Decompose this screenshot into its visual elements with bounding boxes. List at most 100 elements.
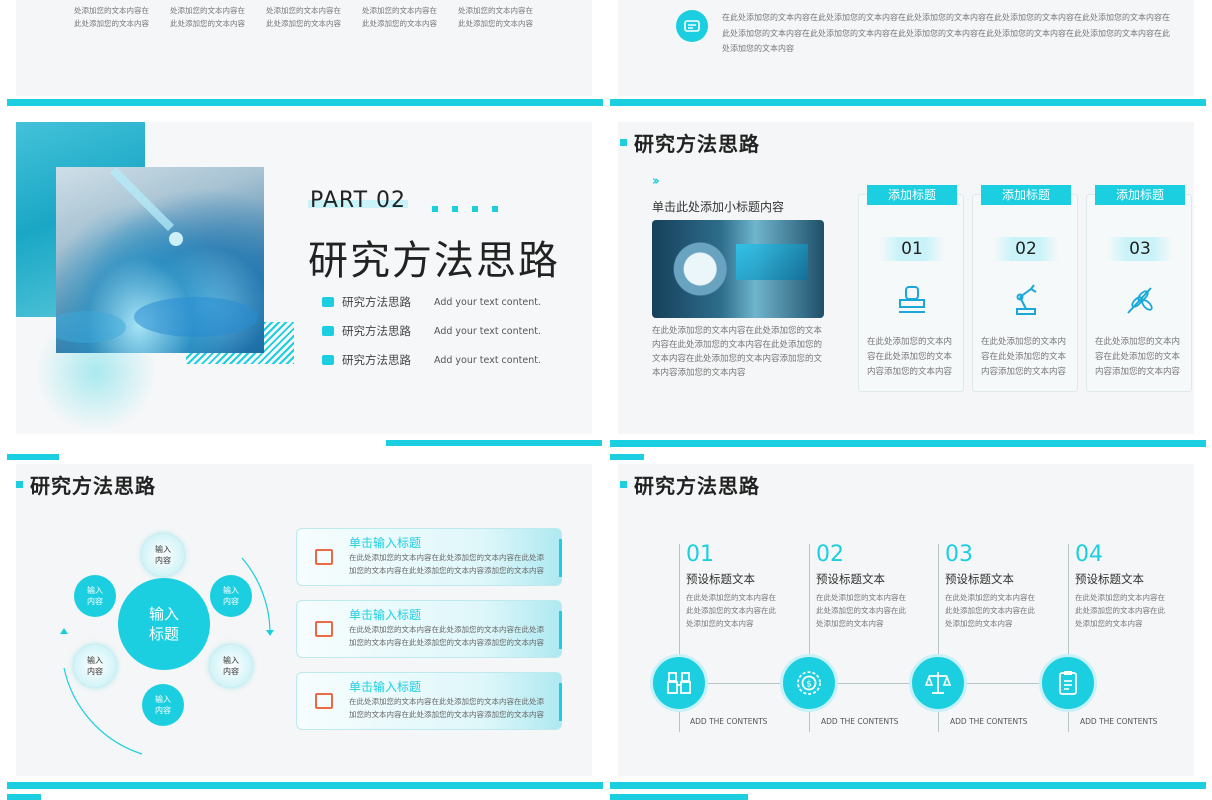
content-node: 输入 内容 (210, 645, 252, 687)
double-chevron-icon: ›› (652, 174, 660, 189)
text-column: 处添加您的文本内容在 此处添加您的文本内容 (458, 6, 533, 28)
slide-a-bottom-bar (7, 99, 603, 106)
slide-d-bottom-bar (610, 440, 1206, 447)
svg-text:$: $ (806, 680, 812, 690)
part-label: PART 02 (310, 188, 407, 213)
content-node: 输入 内容 (210, 575, 252, 617)
text-column: 处添加您的文本内容在 此处添加您的文本内容 (74, 6, 149, 28)
wheat-icon (1127, 287, 1153, 314)
card-tab: 添加标题 (867, 185, 957, 205)
timeline-step: 04 预设标题文本 在此处添加您的文本内容在此处添加您的文本内容在此处添加您的文… (1075, 542, 1169, 630)
card-text: 在此处添加您的文本内容在此处添加您的文本内容添加您的文本内容 (867, 337, 953, 377)
list-item: 研究方法思路 Add your text content. (322, 323, 541, 339)
step-title: 预设标题文本 (945, 572, 1014, 586)
card-tab: 添加标题 (1095, 185, 1185, 205)
add-contents-label: ADD THE CONTENTS (950, 717, 1028, 726)
content-box: 单击输入标题 在此处添加您的文本内容在此处添加您的文本内容在此处添加您的文本内容… (296, 528, 562, 586)
list-item: 研究方法思路 Add your text content. (322, 352, 541, 368)
slide-e: 研究方法思路 输入 标题 输入 内容 输入 内容 输入 内容 输入 内容 输入 … (16, 464, 592, 776)
folder-icon (315, 621, 333, 637)
timeline-step: 02 预设标题文本 在此处添加您的文本内容在此处添加您的文本内容在此处添加您的文… (816, 542, 910, 630)
content-node: 输入 内容 (142, 534, 184, 576)
slide-f-bottom-bar (610, 782, 1206, 789)
slide-title: 研究方法思路 (620, 470, 760, 499)
card-number: 03 (1107, 237, 1173, 261)
slide-part-02: PART 02 研究方法思路 研究方法思路 Add your text cont… (16, 122, 592, 434)
timeline-step: 01 预设标题文本 在此处添加您的文本内容在此处添加您的文本内容在此处添加您的文… (686, 542, 780, 630)
card-number: 01 (879, 237, 945, 261)
body-text: 在此处添加您的文本内容在此处添加您的文本内容在此处添加您的文本内容在此处添加您的… (652, 326, 823, 378)
content-node: 输入 内容 (74, 575, 116, 617)
slide-f-next-bar (610, 794, 748, 800)
slide-e-bottom-bar (7, 782, 603, 789)
body-text: 在此处添加您的文本内容在此处添加您的文本内容在此处添加您的文本内容在此处添加您的… (722, 13, 1170, 53)
step-text: 在此处添加您的文本内容在此处添加您的文本内容在此处添加您的文本内容 (686, 593, 776, 628)
feature-card: 添加标题 03 在此处添加您的文本内容在此处添加您的文本内容添加您的文本内容 (1086, 185, 1192, 392)
content-node: 输入 内容 (142, 684, 184, 726)
box-title: 单击输入标题 (349, 536, 422, 550)
binoculars-icon (650, 654, 708, 712)
box-text: 在此处添加您的文本内容在此处添加您的文本内容在此处添加您的文本内容在此处添加您的… (349, 553, 544, 575)
step-title: 预设标题文本 (1075, 572, 1144, 586)
slide-d-top-bar (610, 99, 1206, 106)
stamp-icon (899, 286, 925, 313)
step-text: 在此处添加您的文本内容在此处添加您的文本内容在此处添加您的文本内容 (816, 593, 906, 628)
folder-icon (322, 297, 334, 307)
medical-photo (652, 220, 824, 318)
slide-f-top-bar (610, 454, 644, 460)
step-number: 03 (945, 542, 973, 567)
folder-icon (315, 693, 333, 709)
step-title: 预设标题文本 (686, 572, 755, 586)
card-number: 02 (993, 237, 1059, 261)
content-node: 输入 内容 (74, 645, 116, 687)
slide-d: 研究方法思路 ›› 单击此处添加小标题内容 在此处添加您的文本内容在此处添加您的… (618, 122, 1194, 434)
slide-f: 研究方法思路 01 预设标题文本 在此处添加您的文本内容在此处添加您的文本内容在… (618, 464, 1194, 776)
add-contents-label: ADD THE CONTENTS (821, 717, 899, 726)
subtitle: 单击此处添加小标题内容 (652, 200, 785, 214)
dots-decoration (432, 206, 498, 212)
slide-title: 研究方法思路 (620, 128, 760, 157)
robot-arm-icon (1016, 284, 1037, 315)
slide-e-next-bar (7, 794, 41, 800)
card-text: 在此处添加您的文本内容在此处添加您的文本内容添加您的文本内容 (1095, 337, 1181, 377)
box-title: 单击输入标题 (349, 608, 422, 622)
step-number: 04 (1075, 542, 1103, 567)
scales-icon (909, 654, 967, 712)
folder-icon (315, 549, 333, 565)
text-column: 处添加您的文本内容在 此处添加您的文本内容 (266, 6, 341, 28)
slide-e-top-bar (7, 454, 59, 460)
center-node: 输入 标题 (118, 578, 210, 670)
card-icon (676, 10, 708, 42)
timeline-line (680, 683, 1080, 684)
box-title: 单击输入标题 (349, 680, 422, 694)
slide-c-bottom-bar (386, 440, 602, 446)
step-number: 01 (686, 542, 714, 567)
box-text: 在此处添加您的文本内容在此处添加您的文本内容在此处添加您的文本内容在此处添加您的… (349, 625, 544, 647)
clipboard-icon (1039, 654, 1097, 712)
text-column: 处添加您的文本内容在 此处添加您的文本内容 (362, 6, 437, 28)
step-text: 在此处添加您的文本内容在此处添加您的文本内容在此处添加您的文本内容 (1075, 593, 1165, 628)
step-title: 预设标题文本 (816, 572, 885, 586)
add-contents-label: ADD THE CONTENTS (1080, 717, 1158, 726)
step-number: 02 (816, 542, 844, 567)
box-text: 在此处添加您的文本内容在此处添加您的文本内容在此处添加您的文本内容在此处添加您的… (349, 697, 544, 719)
coin-target-icon: $ (780, 654, 838, 712)
folder-icon (322, 326, 334, 336)
card-text: 在此处添加您的文本内容在此处添加您的文本内容添加您的文本内容 (981, 337, 1067, 377)
feature-card: 添加标题 02 在此处添加您的文本内容在此处添加您的文本内容添加您的文本内容 (972, 185, 1078, 392)
section-title: 研究方法思路 (308, 238, 560, 284)
feature-card: 添加标题 01 在此处添加您的文本内容在此处添加您的文本内容添加您的文本内容 (858, 185, 964, 392)
list-item: 研究方法思路 Add your text content. (322, 294, 541, 310)
slide-b: 在此处添加您的文本内容在此处添加您的文本内容在此处添加您的文本内容在此处添加您的… (618, 0, 1194, 96)
slide-a: 处添加您的文本内容在 此处添加您的文本内容 处添加您的文本内容在 此处添加您的文本内… (16, 0, 592, 96)
add-contents-label: ADD THE CONTENTS (690, 717, 768, 726)
text-column: 处添加您的文本内容在 此处添加您的文本内容 (170, 6, 245, 28)
folder-icon (322, 355, 334, 365)
slide-title: 研究方法思路 (16, 470, 156, 499)
content-box: 单击输入标题 在此处添加您的文本内容在此处添加您的文本内容在此处添加您的文本内容… (296, 672, 562, 730)
timeline-step: 03 预设标题文本 在此处添加您的文本内容在此处添加您的文本内容在此处添加您的文… (945, 542, 1039, 630)
card-tab: 添加标题 (981, 185, 1071, 205)
content-box: 单击输入标题 在此处添加您的文本内容在此处添加您的文本内容在此处添加您的文本内容… (296, 600, 562, 658)
lab-photo (56, 167, 264, 353)
step-text: 在此处添加您的文本内容在此处添加您的文本内容在此处添加您的文本内容 (945, 593, 1035, 628)
